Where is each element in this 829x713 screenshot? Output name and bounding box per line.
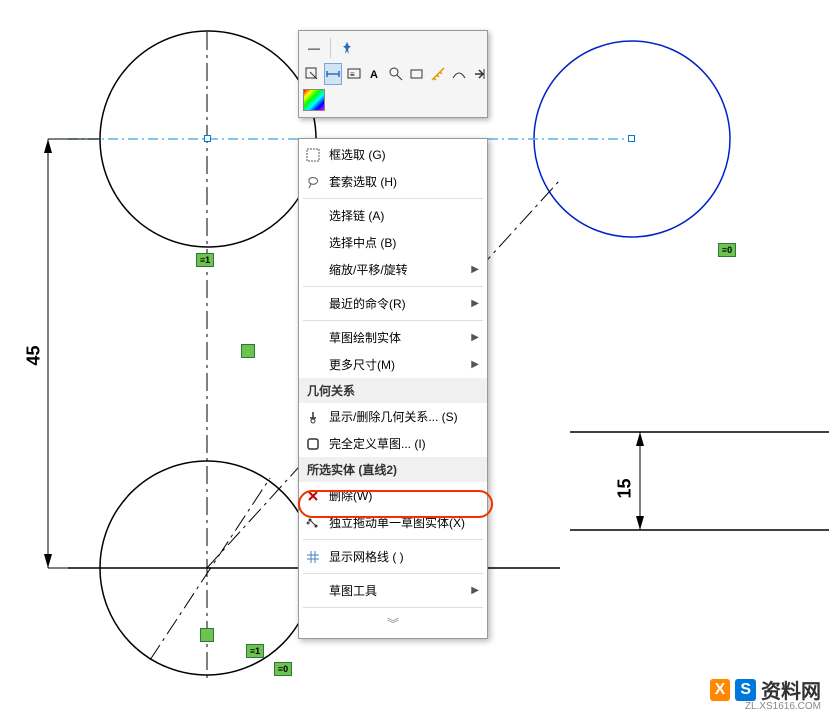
menu-separator: [303, 607, 483, 608]
pin-icon[interactable]: [336, 37, 358, 59]
menu-drag-independent[interactable]: 独立拖动单一草图实体(X): [299, 509, 487, 536]
menu-label: 框选取 (G): [329, 146, 479, 163]
zoom-tool-icon[interactable]: [387, 63, 405, 85]
selection-handle-left[interactable]: [204, 135, 211, 142]
watermark-text: 资料网: [761, 675, 821, 704]
rectangle-tool-icon[interactable]: [408, 63, 426, 85]
lasso-icon: [305, 174, 321, 190]
menu-label: 更多尺寸(M): [329, 356, 471, 373]
menu-select-midpoint[interactable]: 选择中点 (B): [299, 229, 487, 256]
select-tool-icon[interactable]: [303, 63, 321, 85]
box-select-icon: [305, 147, 321, 163]
watermark-logo-x: X: [710, 679, 731, 701]
menu-separator: [303, 320, 483, 321]
annotation-tool-icon[interactable]: ≡: [345, 63, 363, 85]
drag-entity-icon: [305, 515, 321, 531]
dimension-45[interactable]: 45: [24, 345, 45, 365]
submenu-arrow-icon: ▶: [471, 585, 479, 596]
exit-sketch-icon[interactable]: [471, 63, 489, 85]
dimension-15[interactable]: 15: [615, 478, 636, 498]
constraint-badge-eq1[interactable]: ≡1: [196, 253, 214, 267]
menu-lasso-select[interactable]: 套索选取 (H): [299, 168, 487, 195]
menu-label: 草图工具: [329, 582, 471, 599]
circle-bottom-left[interactable]: [100, 461, 314, 675]
menu-label: 删除(W): [329, 487, 479, 504]
menu-show-delete-relations[interactable]: 显示/删除几何关系... (S): [299, 403, 487, 430]
delete-icon: [305, 488, 321, 504]
menu-more-dimensions[interactable]: 更多尺寸(M) ▶: [299, 351, 487, 378]
menu-select-chain[interactable]: 选择链 (A): [299, 202, 487, 229]
watermark: X S 资料网: [710, 675, 821, 704]
menu-label: 选择链 (A): [329, 207, 479, 224]
context-menu: 框选取 (G) 套索选取 (H) 选择链 (A) 选择中点 (B) 缩放/平移/…: [298, 138, 488, 639]
grid-icon: [305, 549, 321, 565]
menu-fully-define[interactable]: 完全定义草图... (I): [299, 430, 487, 457]
menu-recent-commands[interactable]: 最近的命令(R) ▶: [299, 290, 487, 317]
color-picker-icon[interactable]: [303, 89, 325, 111]
minimize-icon[interactable]: —: [303, 37, 325, 59]
curve-tool-icon[interactable]: [450, 63, 468, 85]
menu-label: 完全定义草图... (I): [329, 435, 479, 452]
menu-header-selected: 所选实体 (直线2): [299, 457, 487, 482]
menu-separator: [303, 198, 483, 199]
watermark-url: ZL.XS1616.COM: [745, 701, 821, 712]
menu-separator: [303, 573, 483, 574]
menu-delete[interactable]: 删除(W): [299, 482, 487, 509]
menu-zoom-pan-rotate[interactable]: 缩放/平移/旋转 ▶: [299, 256, 487, 283]
menu-label: 显示网格线 ( ): [329, 548, 479, 565]
submenu-arrow-icon: ▶: [471, 332, 479, 343]
menu-box-select[interactable]: 框选取 (G): [299, 141, 487, 168]
constraint-badge-eq0[interactable]: ≡0: [274, 662, 292, 676]
dimension-tool-icon[interactable]: [324, 63, 342, 85]
menu-label: 缩放/平移/旋转: [329, 261, 471, 278]
constraint-midpoint-badge[interactable]: [241, 344, 255, 358]
constraint-badge-eq0[interactable]: ≡0: [718, 243, 736, 257]
measure-tool-icon[interactable]: [429, 63, 447, 85]
constraint-horizontal-badge[interactable]: [200, 628, 214, 642]
menu-sketch-tools[interactable]: 草图工具 ▶: [299, 577, 487, 604]
menu-label: 最近的命令(R): [329, 295, 471, 312]
menu-label: 显示/删除几何关系... (S): [329, 408, 479, 425]
menu-label: 独立拖动单一草图实体(X): [329, 514, 479, 531]
selection-handle-right[interactable]: [628, 135, 635, 142]
svg-text:A: A: [370, 69, 378, 81]
submenu-arrow-icon: ▶: [471, 264, 479, 275]
watermark-logo-s: S: [735, 679, 756, 701]
define-sketch-icon: [305, 436, 321, 452]
menu-label: 选择中点 (B): [329, 234, 479, 251]
menu-show-grid[interactable]: 显示网格线 ( ): [299, 543, 487, 570]
constraint-badge-eq1[interactable]: ≡1: [246, 644, 264, 658]
menu-label: 套索选取 (H): [329, 173, 479, 190]
svg-text:≡: ≡: [350, 70, 355, 79]
relations-icon: [305, 409, 321, 425]
menu-header-relations: 几何关系: [299, 378, 487, 403]
menu-expand-chevron-icon[interactable]: ︾: [299, 611, 487, 636]
menu-label: 草图绘制实体: [329, 329, 471, 346]
menu-separator: [303, 286, 483, 287]
menu-sketch-entity[interactable]: 草图绘制实体 ▶: [299, 324, 487, 351]
floating-toolbar: — ≡ A: [298, 30, 488, 118]
menu-separator: [303, 539, 483, 540]
submenu-arrow-icon: ▶: [471, 359, 479, 370]
text-label-icon[interactable]: A: [366, 63, 384, 85]
submenu-arrow-icon: ▶: [471, 298, 479, 309]
